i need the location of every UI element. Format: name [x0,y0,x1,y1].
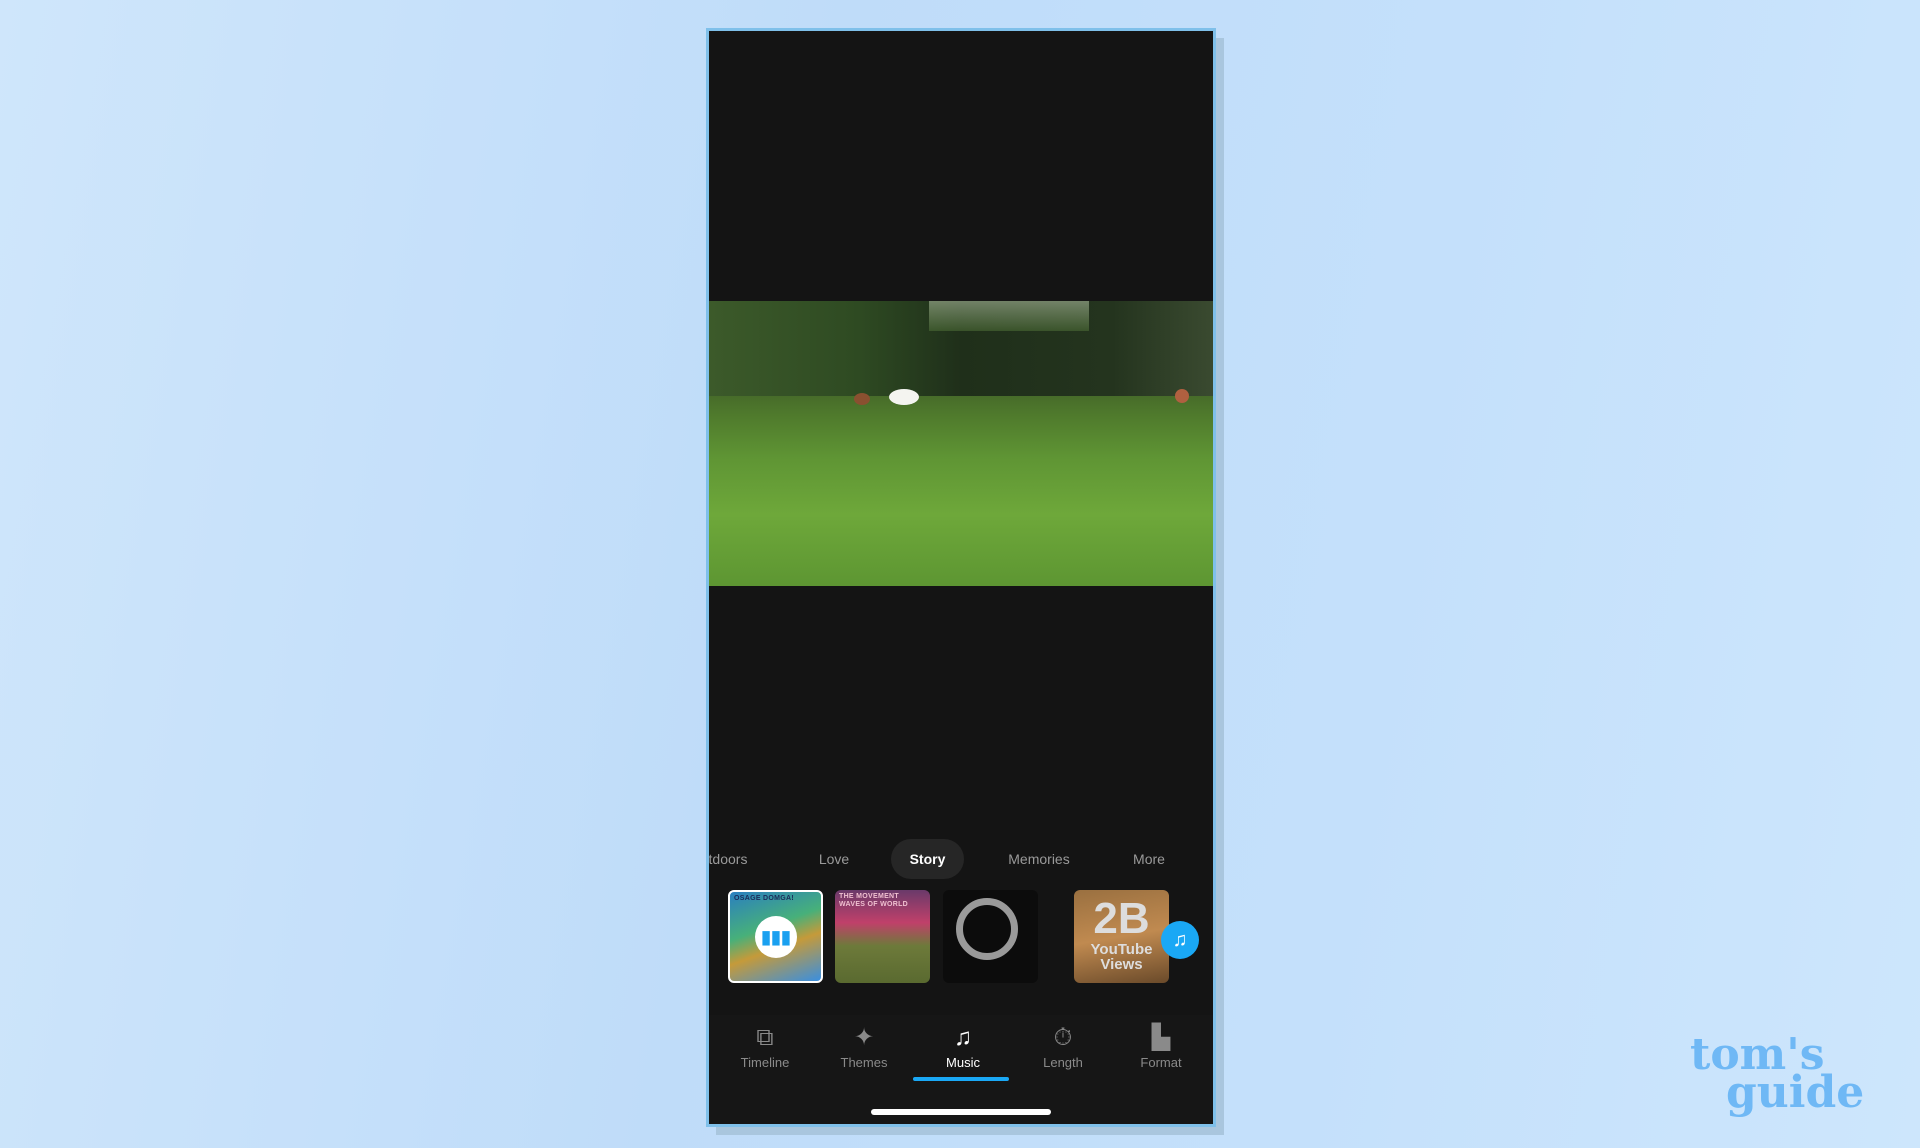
nav-format[interactable]: ▙ Format [1116,1023,1206,1070]
nav-themes[interactable]: ✦ Themes [819,1023,909,1070]
dog-brown [854,393,870,405]
bottom-nav: ⧉ Timeline ✦ Themes ♫ Music ⏱ Length ▙ F… [709,1015,1213,1124]
tab-memories[interactable]: Memories [989,839,1089,879]
ring-art [956,898,1018,960]
nav-label: Timeline [740,1055,790,1070]
tab-love[interactable]: Love [804,839,864,879]
art-youtube-views: YouTube Views [1090,941,1153,973]
nav-label: Music [946,1055,980,1070]
video-preview[interactable] [709,301,1213,586]
dog-white [889,389,919,405]
dog-far [1175,389,1189,403]
sky [929,301,1089,331]
music-track-2[interactable]: THE MOVEMENT WAVES OF WORLD [835,890,930,983]
music-track-1[interactable]: OSAGE DOMGA! ▮▮▮ [728,890,823,983]
tab-more[interactable]: More [1119,839,1179,879]
track-1-art-title: OSAGE DOMGA! [734,895,794,902]
music-note-icon: ♫ [954,1024,972,1051]
timeline-icon: ⧉ [756,1024,774,1051]
nav-label: Format [1140,1055,1182,1070]
art-2b: 2B [1093,894,1150,943]
music-track-4[interactable]: 2B YouTube Views [1074,890,1169,983]
music-library-button[interactable]: ♫ [1161,921,1199,959]
track-2-art-title: THE MOVEMENT WAVES OF WORLD [839,893,909,908]
toms-guide-logo: tom's guide [1690,1033,1864,1115]
active-tab-indicator [913,1077,1009,1081]
format-icon: ▙ [1151,1024,1171,1051]
nav-music[interactable]: ♫ Music [918,1023,1008,1070]
tab-story[interactable]: Story [891,839,964,879]
nav-timeline[interactable]: ⧉ Timeline [720,1023,810,1070]
nav-label: Length [1043,1055,1083,1070]
home-indicator[interactable] [871,1109,1051,1115]
nav-label: Themes [840,1055,888,1070]
category-tabs: tdoors Love Story Memories More [709,839,1213,879]
themes-icon: ✦ [853,1024,875,1051]
stopwatch-icon: ⏱ [1053,1024,1073,1051]
equalizer-icon: ▮▮▮ [755,916,797,958]
music-track-3[interactable] [943,890,1038,983]
tab-outdoors[interactable]: tdoors [709,839,753,879]
nav-length[interactable]: ⏱ Length [1018,1023,1108,1070]
phone-screen: tdoors Love Story Memories More OSAGE DO… [706,28,1216,1127]
